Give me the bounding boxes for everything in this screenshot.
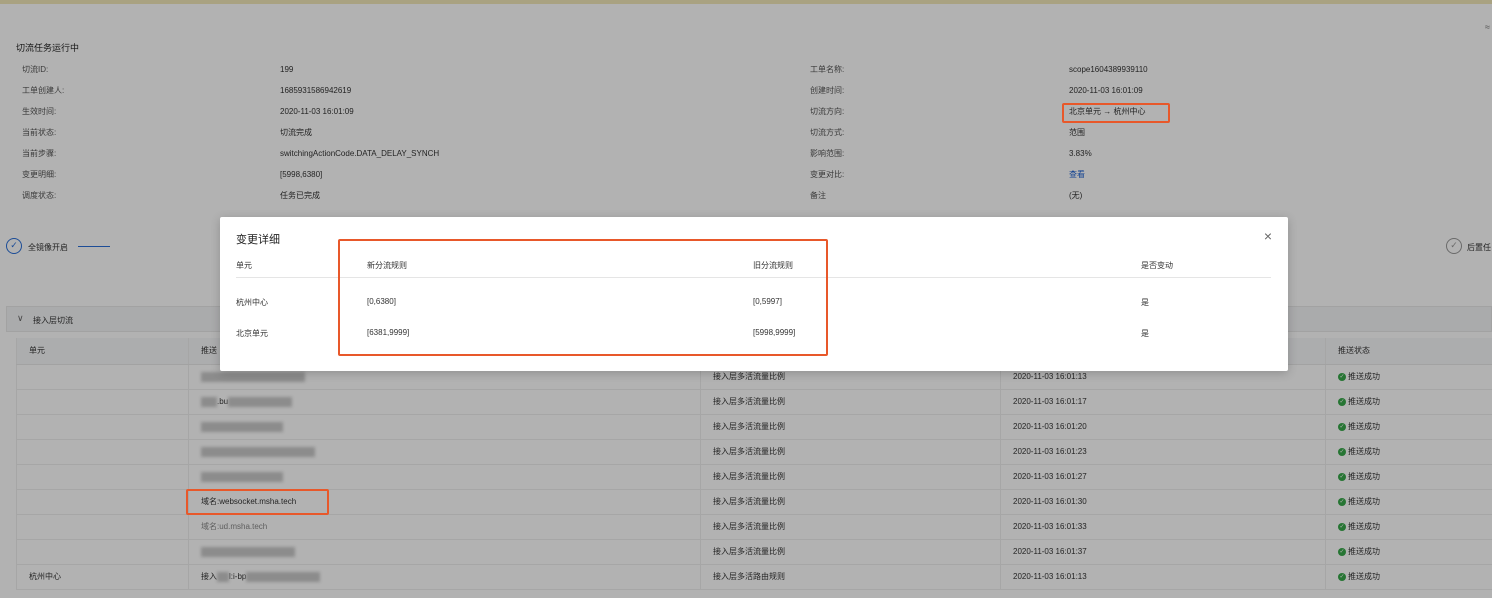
modal-cell-new-rule: [6381,9999]	[367, 328, 410, 337]
modal-cell-new-rule: [0,6380]	[367, 297, 396, 306]
modal-cell-changed: 是	[1141, 298, 1149, 307]
page: ≈ 切流任务运行中 切流ID: 199 工单创建人: 1685931586942…	[0, 0, 1492, 598]
modal-column-header: 单元	[236, 261, 252, 270]
close-icon[interactable]: ×	[1264, 229, 1272, 243]
divider	[236, 277, 1271, 278]
change-detail-modal: 变更详细 × 单元 新分流规则 旧分流规则 是否变动 杭州中心 [0,6380]…	[220, 217, 1288, 371]
modal-title: 变更详细	[236, 234, 280, 246]
modal-cell-unit: 杭州中心	[236, 298, 268, 307]
modal-cell-unit: 北京单元	[236, 329, 268, 338]
modal-cell-old-rule: [0,5997]	[753, 297, 782, 306]
modal-column-header: 旧分流规则	[753, 261, 793, 270]
modal-column-header: 新分流规则	[367, 261, 407, 270]
modal-cell-changed: 是	[1141, 329, 1149, 338]
modal-column-header: 是否变动	[1141, 261, 1173, 270]
modal-cell-old-rule: [5998,9999]	[753, 328, 796, 337]
